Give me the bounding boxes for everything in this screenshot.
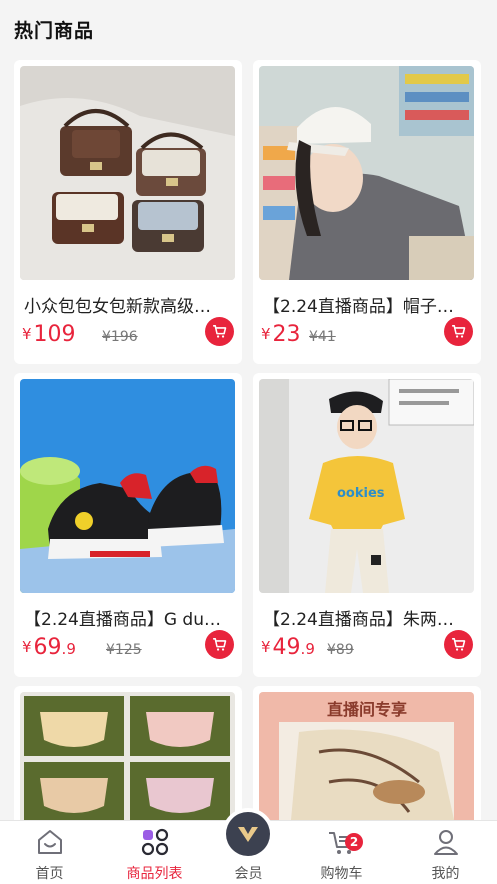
price-row: ¥49.9 ¥89 [261, 630, 473, 665]
add-to-cart-button[interactable] [444, 317, 473, 346]
product-image-sneakers[interactable] [20, 379, 235, 593]
price: ¥109 [22, 322, 76, 347]
cart-icon [213, 638, 227, 651]
grid-icon [141, 828, 169, 856]
original-price: ¥125 [106, 642, 142, 658]
product-name[interactable]: 【2.24直播商品】G du… [24, 605, 234, 630]
product-card[interactable]: 【2.24直播商品】帽子… ¥23 ¥41 [253, 60, 481, 364]
tab-cart[interactable]: 2 购物车 [292, 821, 391, 884]
product-name[interactable]: 小众包包女包新款高级… [24, 292, 234, 317]
product-card[interactable]: 直播间专享 [253, 686, 481, 820]
vip-button[interactable] [222, 808, 274, 860]
product-name[interactable]: 【2.24直播商品】朱两… [263, 605, 473, 630]
user-icon [434, 830, 458, 855]
product-card[interactable] [14, 686, 242, 820]
home-icon [38, 830, 62, 854]
product-image-cap[interactable] [259, 66, 474, 280]
cart-icon [452, 638, 466, 651]
product-image-underwear[interactable] [20, 692, 235, 820]
product-card[interactable]: ookies 【2.24直播商品】朱两… ¥49.9 ¥89 [253, 373, 481, 677]
add-to-cart-button[interactable] [205, 317, 234, 346]
cart-icon [213, 325, 227, 338]
live-exclusive-label: 直播间专享 [326, 700, 407, 719]
svg-text:ookies: ookies [337, 486, 385, 501]
tab-mine[interactable]: 我的 [396, 821, 495, 884]
cart-icon [452, 325, 466, 338]
add-to-cart-button[interactable] [205, 630, 234, 659]
product-name[interactable]: 【2.24直播商品】帽子… [263, 292, 473, 317]
vip-icon [226, 812, 270, 856]
original-price: ¥89 [327, 642, 354, 658]
original-price: ¥41 [309, 329, 336, 345]
product-image-kid-sweater[interactable]: ookies [259, 379, 474, 593]
product-image-bags[interactable] [20, 66, 235, 280]
product-card[interactable]: 【2.24直播商品】G du… ¥69.9 ¥125 [14, 373, 242, 677]
tab-home[interactable]: 首页 [0, 821, 99, 884]
price-row: ¥23 ¥41 [261, 317, 473, 352]
price-row: ¥109 ¥196 [22, 317, 234, 352]
page-header: 热门商品 [0, 0, 497, 60]
page-title: 热门商品 [14, 20, 95, 42]
product-grid: 小众包包女包新款高级… ¥109 ¥196 【2.24直播商品】帽子… ¥23 … [0, 0, 497, 820]
product-card[interactable]: 小众包包女包新款高级… ¥109 ¥196 [14, 60, 242, 364]
original-price: ¥196 [102, 329, 138, 345]
cart-badge: 2 [345, 833, 363, 851]
price: ¥69.9 [22, 635, 76, 660]
add-to-cart-button[interactable] [444, 630, 473, 659]
price: ¥23 [261, 322, 301, 347]
price-row: ¥69.9 ¥125 [22, 630, 234, 665]
price: ¥49.9 [261, 635, 315, 660]
tab-product-list[interactable]: 商品列表 [105, 821, 204, 884]
